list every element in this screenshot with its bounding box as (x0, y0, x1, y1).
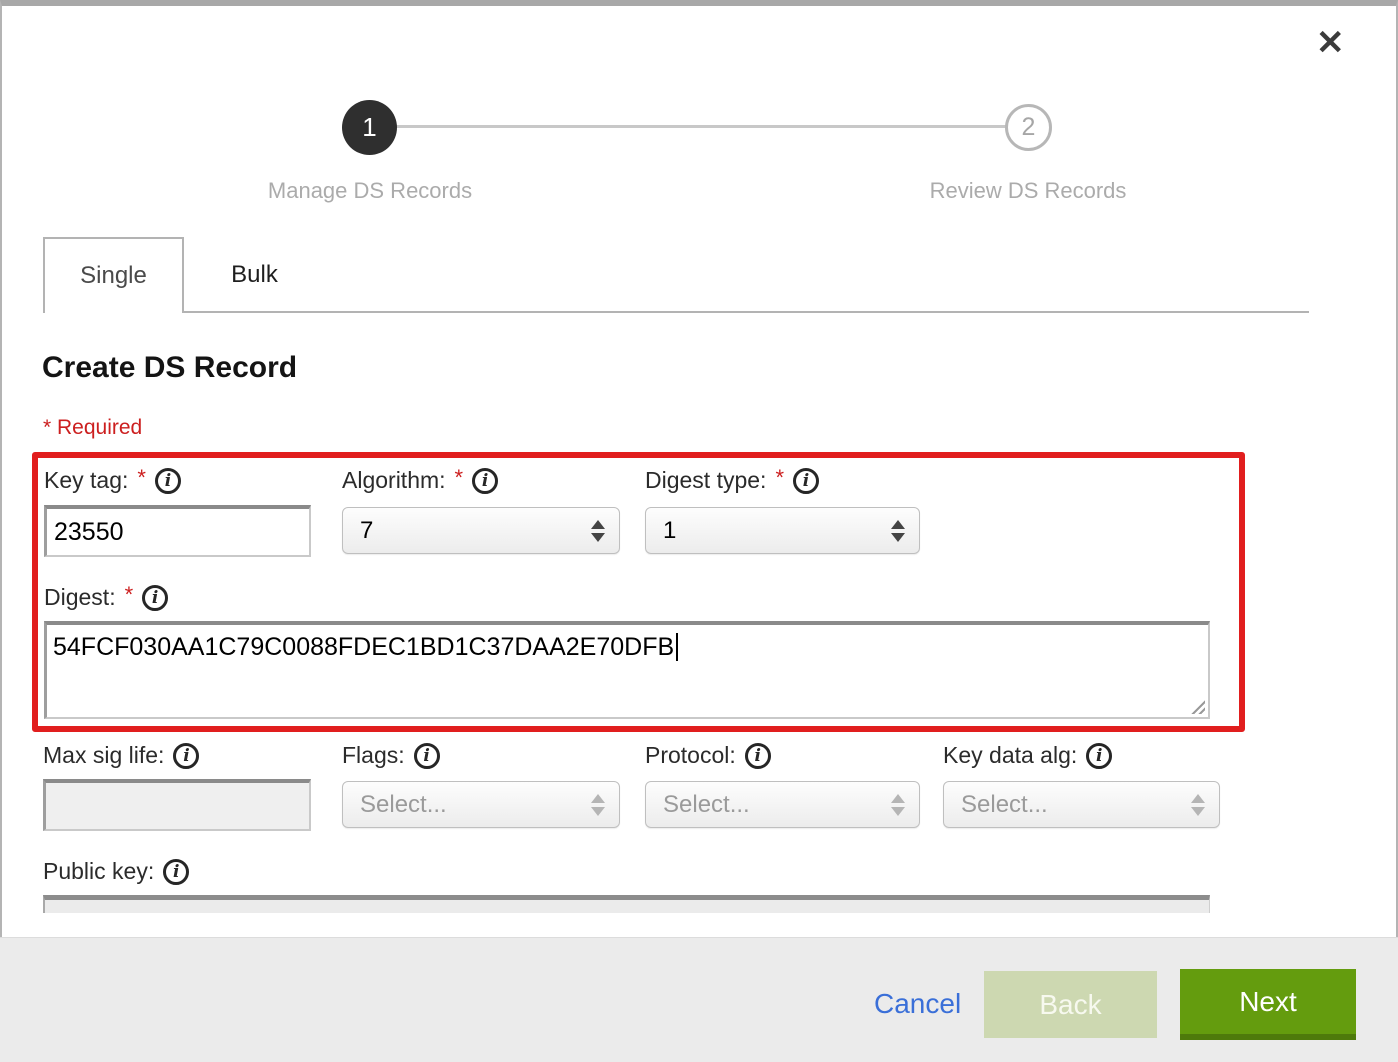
info-icon[interactable]: i (1086, 743, 1112, 769)
select-stepper-icon (891, 794, 905, 816)
key-data-alg-label: Key data alg: i (943, 742, 1112, 769)
digest-value: 54FCF030AA1C79C0088FDEC1BD1C37DAA2E70DFB (53, 633, 674, 661)
required-note: * Required (43, 416, 142, 440)
algorithm-label: Algorithm: * i (342, 467, 498, 494)
flags-label-text: Flags: (342, 742, 405, 769)
max-sig-life-label-text: Max sig life: (43, 742, 164, 769)
digest-type-required-mark: * (775, 465, 784, 491)
step-2-number: 2 (1022, 113, 1036, 142)
digest-type-select[interactable]: 1 (645, 507, 920, 554)
info-icon[interactable]: i (173, 743, 199, 769)
tab-single[interactable]: Single (43, 237, 184, 313)
protocol-value: Select... (663, 791, 891, 819)
key-tag-input[interactable]: 23550 (44, 505, 311, 557)
algorithm-label-text: Algorithm: (342, 467, 446, 494)
key-data-alg-select[interactable]: Select... (943, 781, 1220, 828)
max-sig-life-input[interactable] (43, 779, 311, 831)
algorithm-select[interactable]: 7 (342, 507, 620, 554)
flags-value: Select... (360, 791, 591, 819)
step-2-label: Review DS Records (868, 178, 1188, 204)
algorithm-required-mark: * (455, 465, 464, 491)
info-icon[interactable]: i (142, 585, 168, 611)
key-tag-value: 23550 (54, 518, 124, 547)
public-key-textarea[interactable] (43, 895, 1210, 913)
public-key-label-text: Public key: (43, 858, 154, 885)
select-stepper-icon (891, 520, 905, 542)
digest-label-text: Digest: (44, 584, 116, 611)
algorithm-value: 7 (360, 517, 591, 545)
text-cursor (676, 633, 678, 661)
key-tag-label-text: Key tag: (44, 467, 128, 494)
page-title: Create DS Record (42, 351, 297, 385)
stepper-connector (372, 125, 1012, 128)
info-icon[interactable]: i (163, 859, 189, 885)
step-2-circle: 2 (1005, 104, 1052, 151)
flags-select[interactable]: Select... (342, 781, 620, 828)
protocol-select[interactable]: Select... (645, 781, 920, 828)
info-icon[interactable]: i (472, 468, 498, 494)
back-button[interactable]: Back (984, 971, 1157, 1038)
digest-required-mark: * (125, 582, 134, 608)
step-1-number: 1 (362, 112, 376, 143)
max-sig-life-label: Max sig life: i (43, 742, 199, 769)
select-stepper-icon (1191, 794, 1205, 816)
info-icon[interactable]: i (414, 743, 440, 769)
key-data-alg-label-text: Key data alg: (943, 742, 1077, 769)
key-tag-required-mark: * (137, 465, 146, 491)
close-icon[interactable]: ✕ (1316, 26, 1345, 60)
digest-textarea[interactable]: 54FCF030AA1C79C0088FDEC1BD1C37DAA2E70DFB (44, 621, 1210, 719)
select-stepper-icon (591, 520, 605, 542)
tab-bulk[interactable]: Bulk (184, 237, 325, 313)
digest-label: Digest: * i (44, 584, 168, 611)
key-data-alg-value: Select... (961, 791, 1191, 819)
cancel-button[interactable]: Cancel (874, 988, 961, 1020)
digest-type-value: 1 (663, 517, 891, 545)
digest-type-label-text: Digest type: (645, 467, 766, 494)
next-button[interactable]: Next (1180, 969, 1356, 1040)
info-icon[interactable]: i (155, 468, 181, 494)
info-icon[interactable]: i (745, 743, 771, 769)
protocol-label: Protocol: i (645, 742, 771, 769)
digest-type-label: Digest type: * i (645, 467, 819, 494)
key-tag-label: Key tag: * i (44, 467, 181, 494)
tab-bulk-label: Bulk (231, 261, 278, 289)
public-key-label: Public key: i (43, 858, 189, 885)
tab-single-label: Single (80, 262, 147, 290)
step-1-label: Manage DS Records (210, 178, 530, 204)
protocol-label-text: Protocol: (645, 742, 736, 769)
flags-label: Flags: i (342, 742, 440, 769)
info-icon[interactable]: i (793, 468, 819, 494)
select-stepper-icon (591, 794, 605, 816)
step-1-circle: 1 (342, 100, 397, 155)
resize-handle-icon[interactable] (1189, 698, 1205, 714)
